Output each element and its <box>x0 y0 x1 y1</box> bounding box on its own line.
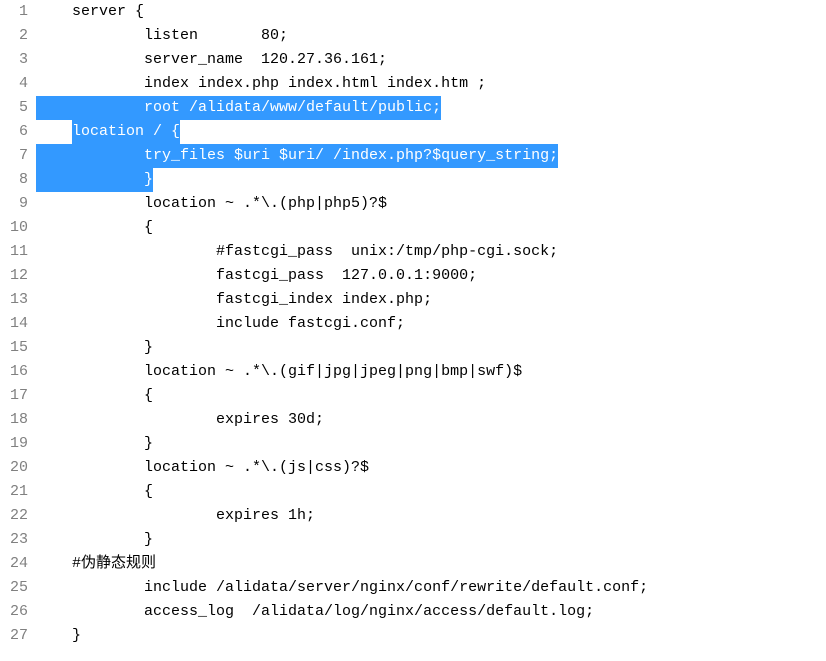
code-line: { <box>36 216 826 240</box>
selection-highlight: root /alidata/www/default/public; <box>36 96 441 120</box>
line-number: 25 <box>0 576 28 600</box>
selection-highlight: try_files $uri $uri/ /index.php?$query_s… <box>36 144 558 168</box>
code-line: #fastcgi_pass unix:/tmp/php-cgi.sock; <box>36 240 826 264</box>
line-number: 11 <box>0 240 28 264</box>
line-number: 7 <box>0 144 28 168</box>
code-line: access_log /alidata/log/nginx/access/def… <box>36 600 826 624</box>
line-number: 2 <box>0 24 28 48</box>
line-number: 1 <box>0 0 28 24</box>
code-line: } <box>36 432 826 456</box>
code-line: expires 30d; <box>36 408 826 432</box>
selection-highlight: location / { <box>72 120 180 144</box>
code-line: listen 80; <box>36 24 826 48</box>
selection-highlight: } <box>36 168 153 192</box>
line-number: 23 <box>0 528 28 552</box>
line-number: 22 <box>0 504 28 528</box>
line-number: 19 <box>0 432 28 456</box>
line-number: 27 <box>0 624 28 648</box>
code-line: location ~ .*\.(gif|jpg|jpeg|png|bmp|swf… <box>36 360 826 384</box>
code-line: location ~ .*\.(js|css)?$ <box>36 456 826 480</box>
code-line: } <box>36 336 826 360</box>
code-line: include fastcgi.conf; <box>36 312 826 336</box>
line-number: 9 <box>0 192 28 216</box>
line-number: 8 <box>0 168 28 192</box>
line-number: 21 <box>0 480 28 504</box>
line-number: 10 <box>0 216 28 240</box>
line-number-gutter: 1234567891011121314151617181920212223242… <box>0 0 36 648</box>
line-number: 14 <box>0 312 28 336</box>
line-number: 4 <box>0 72 28 96</box>
code-line: server { <box>36 0 826 24</box>
code-line: } <box>36 624 826 648</box>
code-editor: 1234567891011121314151617181920212223242… <box>0 0 826 648</box>
line-number: 15 <box>0 336 28 360</box>
line-number: 17 <box>0 384 28 408</box>
code-line: { <box>36 384 826 408</box>
line-number: 16 <box>0 360 28 384</box>
code-line: server_name 120.27.36.161; <box>36 48 826 72</box>
code-line: try_files $uri $uri/ /index.php?$query_s… <box>36 144 826 168</box>
code-line: root /alidata/www/default/public; <box>36 96 826 120</box>
code-line: fastcgi_pass 127.0.0.1:9000; <box>36 264 826 288</box>
code-line: } <box>36 168 826 192</box>
line-number: 24 <box>0 552 28 576</box>
line-number: 13 <box>0 288 28 312</box>
code-line: expires 1h; <box>36 504 826 528</box>
line-number: 3 <box>0 48 28 72</box>
code-line: location ~ .*\.(php|php5)?$ <box>36 192 826 216</box>
code-line: } <box>36 528 826 552</box>
code-line: fastcgi_index index.php; <box>36 288 826 312</box>
code-line: index index.php index.html index.htm ; <box>36 72 826 96</box>
code-line: { <box>36 480 826 504</box>
line-number: 18 <box>0 408 28 432</box>
line-number: 26 <box>0 600 28 624</box>
code-content[interactable]: server { listen 80; server_name 120.27.3… <box>36 0 826 648</box>
line-number: 20 <box>0 456 28 480</box>
line-number: 12 <box>0 264 28 288</box>
line-number: 6 <box>0 120 28 144</box>
code-line: #伪静态规则 <box>36 552 826 576</box>
code-line: location / { <box>36 120 826 144</box>
line-number: 5 <box>0 96 28 120</box>
code-line: include /alidata/server/nginx/conf/rewri… <box>36 576 826 600</box>
